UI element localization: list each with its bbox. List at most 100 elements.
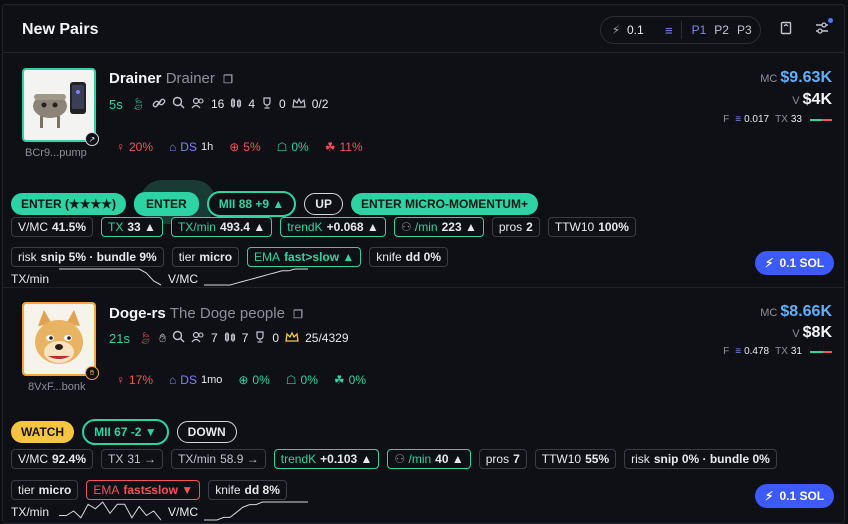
- token-name: Doge-rs The Doge people ❐: [109, 305, 303, 322]
- tag-pros: pros 2: [491, 217, 540, 237]
- fee-label: F: [723, 114, 730, 125]
- new-pairs-panel: New Pairs ⚡︎ 0.1 ≡ P1 P2 P3 ↗ BCr9...pum…: [2, 4, 845, 524]
- holders-count: 7: [211, 331, 218, 345]
- spark-txmin-line: [59, 268, 161, 286]
- tag-key: V/MC: [18, 220, 48, 234]
- holders-icon: [191, 331, 205, 346]
- quick-buy-amount[interactable]: 0.1: [627, 23, 665, 37]
- tag-key: V/MC: [18, 452, 48, 466]
- tag-value: 40 ▲: [435, 452, 464, 466]
- users-icon: ⚇︎: [394, 452, 406, 466]
- preset-p1[interactable]: P1: [692, 23, 707, 37]
- tag-value: snip 5% · bundle 9%: [40, 250, 157, 264]
- snipers-chip: ⊕ 5%: [229, 140, 260, 154]
- lock-icon: ☖: [276, 140, 288, 154]
- crown-icon: [292, 97, 306, 112]
- tag-key: EMA: [93, 483, 120, 497]
- tag-value: 41.5%: [52, 220, 87, 234]
- preset-p3[interactable]: P3: [737, 23, 752, 37]
- tag-key: TX/min: [177, 220, 216, 234]
- token-fullname: The Doge people: [169, 305, 285, 322]
- enter-rating-button[interactable]: ENTER (★★★★): [11, 193, 127, 215]
- tag-value: 92.4%: [52, 452, 87, 466]
- watch-button[interactable]: WATCH: [11, 421, 75, 443]
- panel-title: New Pairs: [22, 21, 99, 38]
- hand-icon[interactable]: ✋︎: [159, 331, 166, 346]
- tag-value: dd 0%: [405, 250, 441, 264]
- link-icon[interactable]: [152, 97, 166, 112]
- tag-knife: knife dd 0%: [369, 247, 448, 267]
- tag-vmc: V/MC 92.4%: [11, 449, 94, 469]
- tag-value: 58.9 →: [220, 452, 259, 466]
- copy-icon[interactable]: ❐: [223, 74, 233, 86]
- search-icon[interactable]: [172, 96, 185, 112]
- tag-users-per-min: ⚇︎ /min 223 ▲: [393, 217, 484, 237]
- tag-key: EMA: [254, 250, 281, 264]
- mii-score-button[interactable]: MII 67 -2 ▼: [82, 419, 169, 445]
- tag-key: pros: [498, 220, 523, 234]
- insiders-chip: ☖ 0%: [286, 373, 318, 387]
- sell-portion: [822, 118, 832, 121]
- pair-row[interactable]: ✋︎ 8VxF...bonk Doge-rs The Doge people ❐…: [3, 289, 844, 523]
- dex-screener-chip[interactable]: ⌂ DS 1h: [169, 140, 213, 154]
- top10-holders: 25/4329: [305, 331, 349, 345]
- trophy-count: 0: [272, 331, 280, 345]
- preset-p2[interactable]: P2: [714, 23, 729, 37]
- vol-value: $4K: [802, 91, 832, 108]
- ds-label: DS: [180, 140, 197, 154]
- solana-icon: ≡: [735, 346, 742, 357]
- mii-score-button[interactable]: MII 88 +9 ▲: [206, 191, 297, 217]
- tag-txmin: TX/min 58.9 →: [171, 449, 266, 469]
- search-icon[interactable]: [172, 330, 185, 346]
- tag-value: fast>slow ▲: [284, 250, 355, 264]
- vol-label: V: [792, 328, 800, 340]
- quick-buy-button[interactable]: ⚡︎ 0.1 SOL: [755, 251, 835, 275]
- top10-holders: 0/2: [311, 97, 329, 111]
- notification-dot: [828, 18, 833, 23]
- holders-icon: [191, 97, 205, 112]
- top-holder-value: 20%: [129, 140, 154, 154]
- enter-button[interactable]: ENTER: [134, 192, 199, 216]
- tx-value: 31: [790, 346, 802, 357]
- lightning-icon: ⚡︎: [611, 23, 621, 37]
- bundles-chip: ☘︎ 0%: [334, 373, 366, 387]
- trend-down-button[interactable]: DOWN: [176, 421, 237, 443]
- token-audit-chips: ♀︎ 17% ⌂ DS 1mo ⊕ 0% ☖ 0% ☘︎ 0%: [116, 373, 382, 387]
- tag-value: +0.068 ▲: [326, 220, 379, 234]
- token-address[interactable]: BCr9...pump: [25, 147, 87, 159]
- fees-tx: F ≡ 0.017 TX 33: [723, 114, 832, 125]
- tag-key: risk: [631, 452, 650, 466]
- tag-value: 31 →: [127, 452, 157, 466]
- tag-value: 55%: [585, 452, 610, 466]
- trophy-icon: [254, 330, 266, 346]
- holders-count: 16: [210, 97, 225, 111]
- enter-micro-momentum-button[interactable]: ENTER MICRO-MOMENTUM+: [350, 193, 538, 215]
- market-cap: MC $9.63K: [760, 69, 832, 87]
- lightning-icon: ⚡︎: [765, 489, 774, 503]
- spark-vmc-line: [204, 501, 308, 521]
- token-avatar[interactable]: [22, 68, 96, 142]
- fee-value: 0.017: [744, 114, 770, 125]
- bundles-value: 0%: [348, 373, 366, 387]
- token-address[interactable]: 8VxF...bonk: [28, 381, 85, 393]
- tag-tx: TX 33 ▲: [101, 217, 163, 237]
- tag-value: dd 8%: [244, 483, 280, 497]
- quick-buy-button[interactable]: ⚡︎ 0.1 SOL: [755, 484, 835, 508]
- spark-vmc: [204, 501, 308, 521]
- divider: [680, 21, 682, 39]
- pair-row[interactable]: ↗ BCr9...pump Drainer Drainer ❐ 5s 🍃︎ 16…: [3, 54, 844, 288]
- bookmark-icon[interactable]: [779, 21, 793, 38]
- dex-screener-chip[interactable]: ⌂ DS 1mo: [169, 373, 222, 387]
- quick-buy-control[interactable]: ⚡︎ 0.1 ≡ P1 P2 P3: [600, 16, 761, 44]
- tag-txmin: TX/min 493.4 ▲: [170, 217, 273, 237]
- copy-icon[interactable]: ❐: [293, 309, 303, 321]
- filter-settings-icon[interactable]: [815, 21, 829, 38]
- trend-up-button[interactable]: UP: [304, 193, 343, 215]
- tag-key: /min: [414, 220, 438, 234]
- crosshair-icon: ⊕: [229, 140, 240, 154]
- bundle-icon: ☘︎: [333, 373, 345, 387]
- crown-icon: [285, 331, 299, 346]
- user-icon: ♀︎: [116, 140, 125, 154]
- token-avatar[interactable]: [22, 302, 96, 376]
- snipers-chip: ⊕ 0%: [238, 373, 269, 387]
